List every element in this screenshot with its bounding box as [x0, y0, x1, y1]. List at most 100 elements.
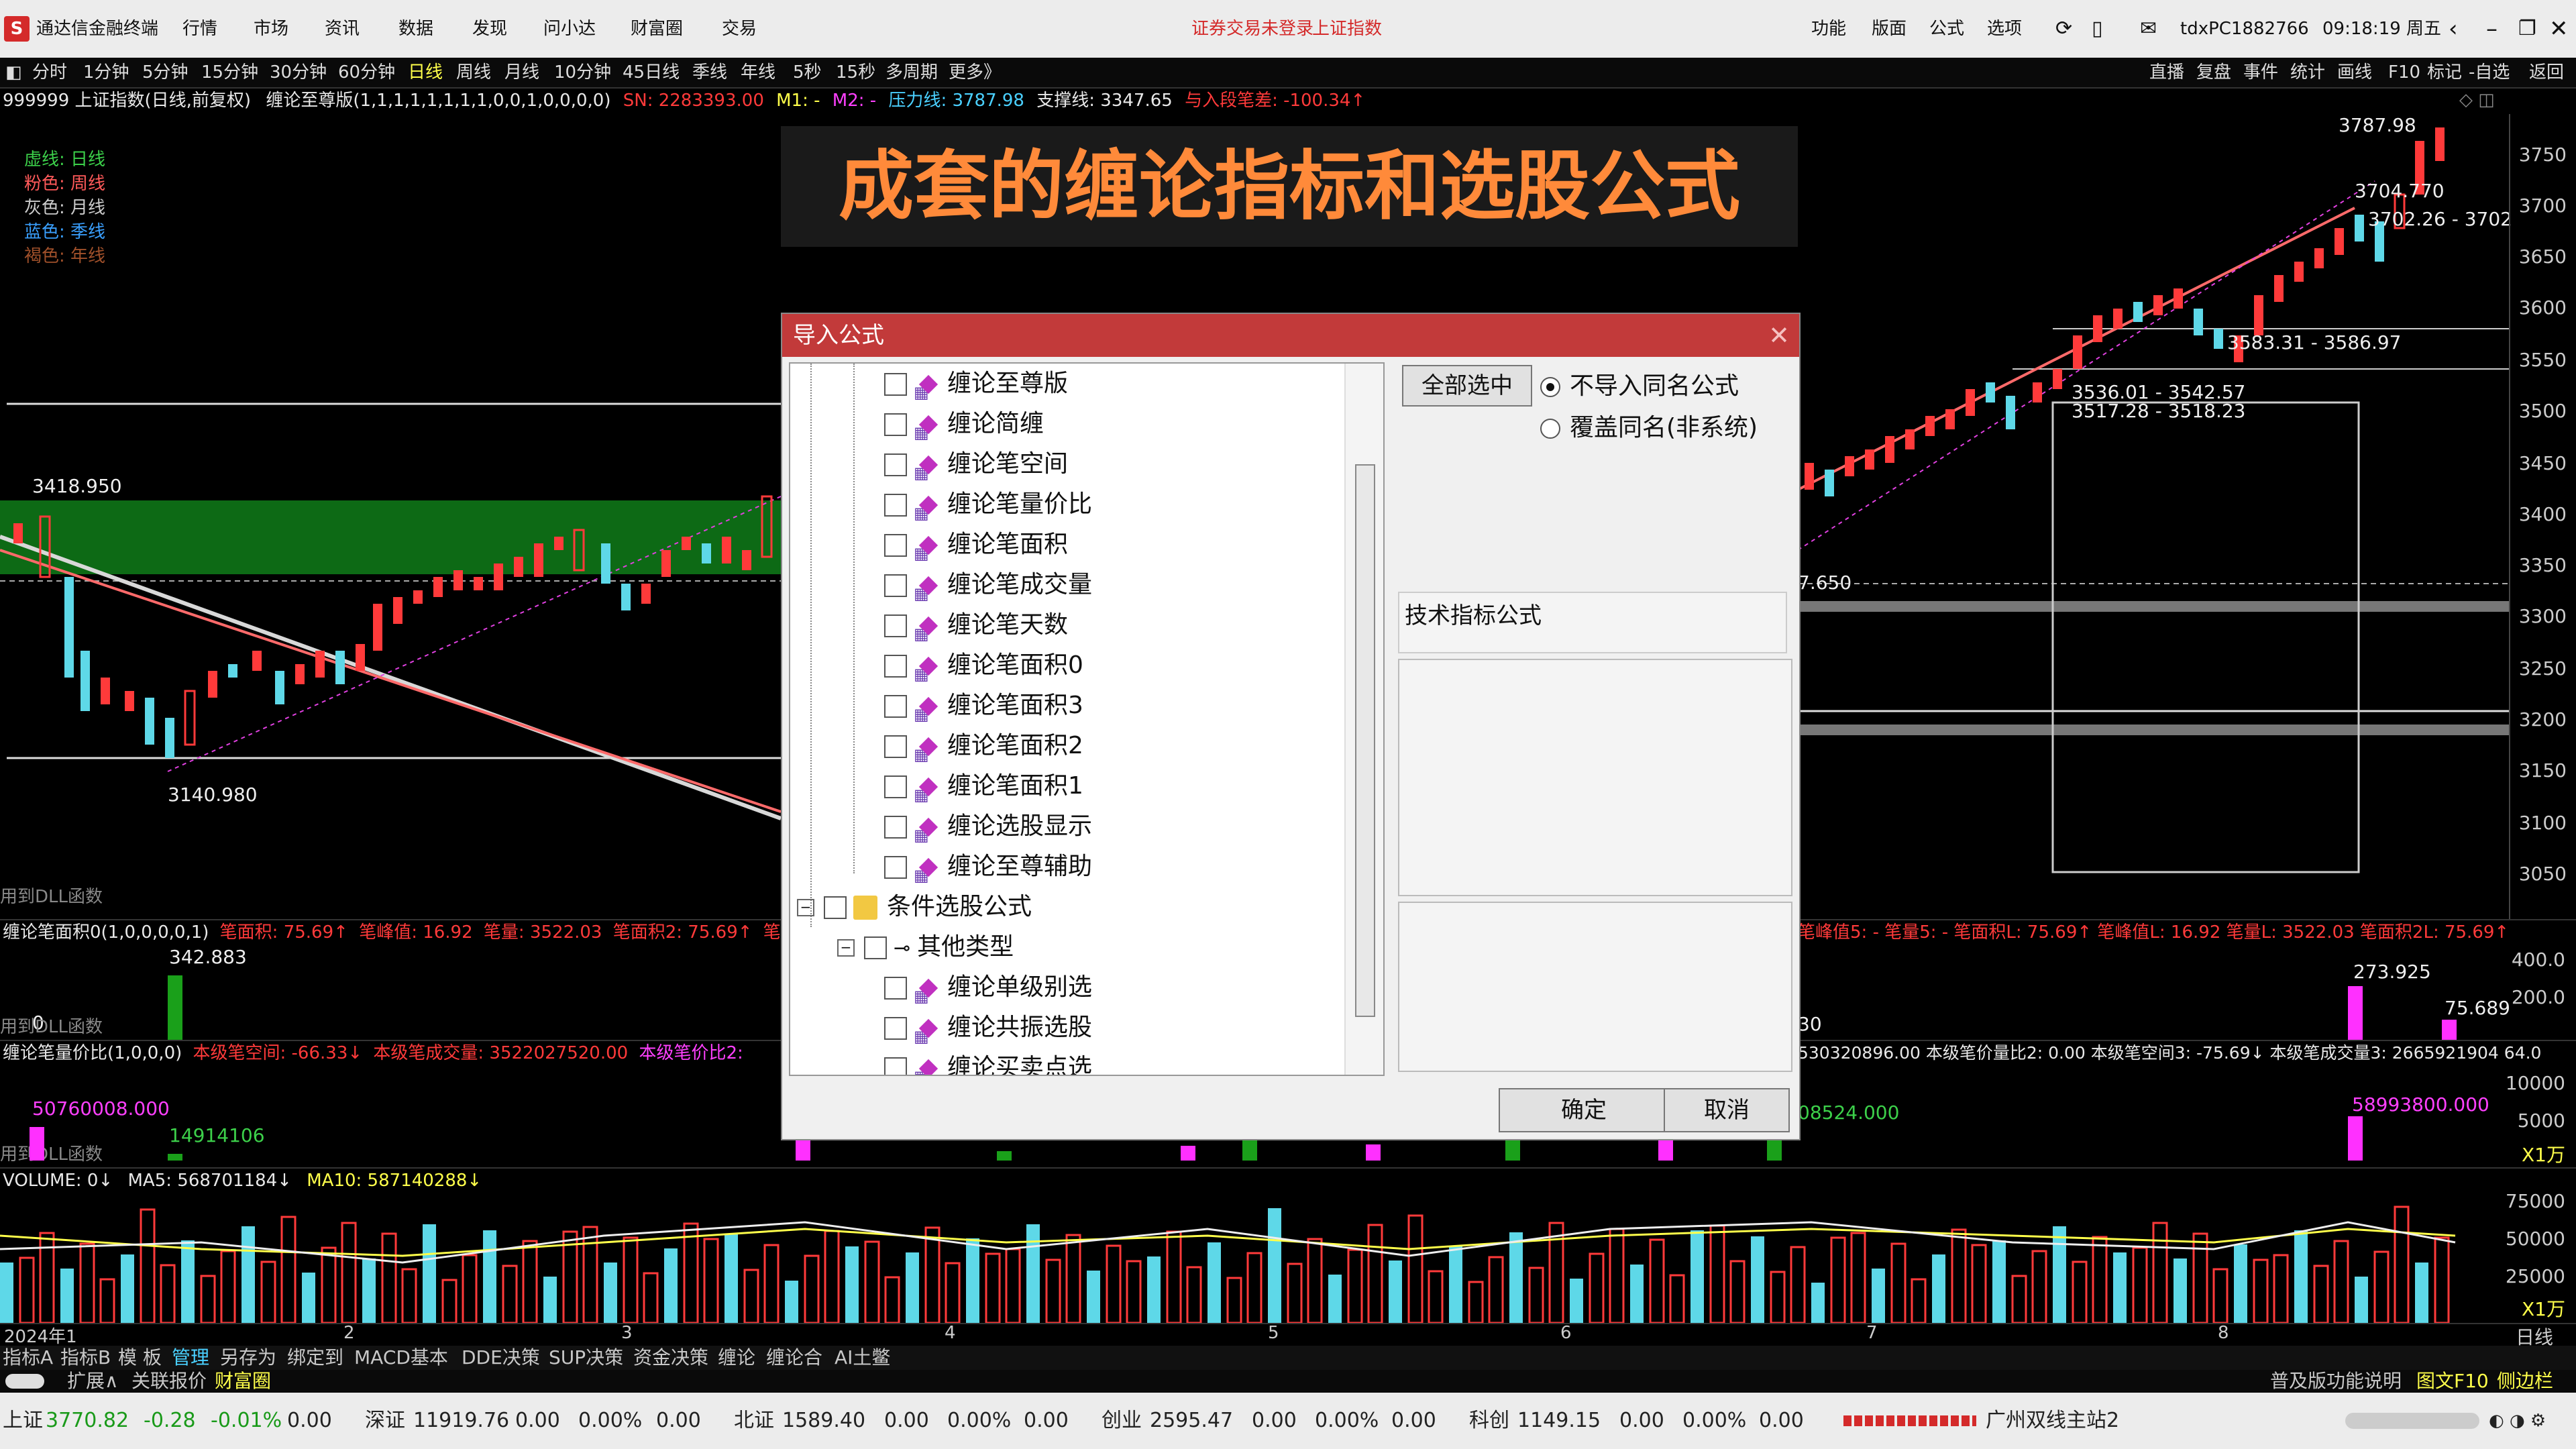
- period-1min[interactable]: 1分钟: [83, 58, 129, 87]
- user-id[interactable]: tdxPC1882766: [2180, 0, 2309, 58]
- indicator-name[interactable]: 缠论至尊版(1,1,1,1,1,1,1,1,0,0,1,0,0,0,0): [266, 91, 610, 111]
- tree-item-formula[interactable]: ▦ 缠论至尊版: [884, 364, 1068, 404]
- tab-sidebar[interactable]: 侧边栏: [2497, 1370, 2553, 1393]
- tree-checkbox[interactable]: [884, 413, 907, 436]
- menu-market-quotes[interactable]: 行情: [182, 0, 217, 58]
- tool-return[interactable]: 返回: [2529, 58, 2564, 87]
- period-multi[interactable]: 多周期: [885, 58, 938, 87]
- toggle-switch-icon[interactable]: [5, 1374, 44, 1389]
- tree-item-formula[interactable]: ▦ 缠论笔空间: [884, 444, 1068, 484]
- tree-folder-condition[interactable]: − 条件选股公式: [797, 887, 1032, 927]
- period-60min[interactable]: 60分钟: [338, 58, 395, 87]
- menu-layout[interactable]: 版面: [1872, 0, 1907, 58]
- period-5min[interactable]: 5分钟: [142, 58, 189, 87]
- tab-fund[interactable]: 资金决策: [633, 1346, 708, 1370]
- dialog-close-icon[interactable]: ✕: [1768, 314, 1790, 357]
- menu-function[interactable]: 功能: [1811, 0, 1846, 58]
- tree-checkbox[interactable]: [884, 574, 907, 597]
- tab-f10[interactable]: 图文F10: [2416, 1370, 2489, 1393]
- tree-checkbox[interactable]: [884, 534, 907, 557]
- tool-live[interactable]: 直播: [2149, 58, 2184, 87]
- cancel-button[interactable]: 取消: [1664, 1088, 1790, 1132]
- tab-template[interactable]: 模 板: [118, 1346, 162, 1370]
- period-5sec[interactable]: 5秒: [793, 58, 822, 87]
- tree-item-formula[interactable]: ▦ 缠论笔面积3: [884, 686, 1083, 726]
- tab-chanlun-combo[interactable]: 缠论合: [766, 1346, 822, 1370]
- tab-macd[interactable]: MACD基本: [354, 1346, 448, 1370]
- period-30min[interactable]: 30分钟: [270, 58, 327, 87]
- message-icon[interactable]: ✉: [2140, 0, 2157, 58]
- menu-options[interactable]: 选项: [1987, 0, 2022, 58]
- minimize-icon[interactable]: –: [2486, 0, 2498, 58]
- tree-checkbox[interactable]: [884, 695, 907, 718]
- tab-indicator-b[interactable]: 指标B: [60, 1346, 111, 1370]
- tree-item-formula[interactable]: ▦ 缠论笔量价比: [884, 484, 1092, 525]
- tab-indicator-a[interactable]: 指标A: [3, 1346, 53, 1370]
- indicator2-name[interactable]: 缠论笔量价比(1,0,0,0): [3, 1043, 182, 1063]
- phone-icon[interactable]: ▯: [2092, 0, 2103, 58]
- select-all-button[interactable]: 全部选中: [1402, 365, 1532, 407]
- tool-events[interactable]: 事件: [2243, 58, 2278, 87]
- tree-checkbox[interactable]: [884, 775, 907, 798]
- tree-checkbox[interactable]: [884, 816, 907, 839]
- tool-replay[interactable]: 复盘: [2196, 58, 2231, 87]
- tree-checkbox[interactable]: [884, 856, 907, 879]
- tab-sup[interactable]: SUP决策: [549, 1346, 623, 1370]
- tree-item-formula[interactable]: ▦ 缠论选股显示: [884, 806, 1092, 847]
- tool-watchlist[interactable]: -自选: [2469, 58, 2510, 87]
- tree-item-screener[interactable]: ▦ 缠论共振选股: [884, 1008, 1092, 1048]
- menu-trade[interactable]: 交易: [722, 0, 757, 58]
- tree-checkbox[interactable]: [884, 494, 907, 517]
- status-sz-label[interactable]: 深证: [365, 1393, 405, 1449]
- collapse-icon[interactable]: −: [797, 899, 814, 916]
- tree-item-formula[interactable]: ▦ 缠论简缠: [884, 404, 1044, 444]
- menu-news[interactable]: 资讯: [325, 0, 360, 58]
- tray-icons[interactable]: ◐ ◑ ⚙: [2489, 1393, 2546, 1449]
- tab-dde[interactable]: DDE决策: [462, 1346, 540, 1370]
- server-name[interactable]: 广州双线主站2: [1986, 1393, 2119, 1449]
- tree-item-formula[interactable]: ▦ 缠论笔面积2: [884, 726, 1083, 766]
- tree-item-formula[interactable]: ▦ 缠论笔面积0: [884, 645, 1083, 686]
- status-bj-label[interactable]: 北证: [734, 1393, 774, 1449]
- scroll-slider[interactable]: [2345, 1413, 2479, 1429]
- tree-item-screener[interactable]: ▦ 缠论买卖点选: [884, 1048, 1092, 1075]
- tree-item-formula[interactable]: ▦ 缠论笔面积: [884, 525, 1068, 565]
- tree-item-formula[interactable]: ▦ 缠论笔天数: [884, 605, 1068, 645]
- tool-mark[interactable]: 标记: [2427, 58, 2462, 87]
- tree-item-screener[interactable]: ▦ 缠论单级别选: [884, 967, 1092, 1008]
- period-weekly[interactable]: 周线: [456, 58, 491, 87]
- menu-formula[interactable]: 公式: [1929, 0, 1964, 58]
- volume-name[interactable]: VOLUME: 0↓: [3, 1171, 113, 1191]
- tab-chanlun[interactable]: 缠论: [718, 1346, 755, 1370]
- tab-related-quotes[interactable]: 关联报价: [131, 1370, 207, 1393]
- tree-checkbox[interactable]: [824, 896, 847, 919]
- ok-button[interactable]: 确定: [1499, 1088, 1669, 1132]
- tree-checkbox[interactable]: [884, 373, 907, 396]
- period-daily[interactable]: 日线: [408, 58, 443, 87]
- period-10min[interactable]: 10分钟: [554, 58, 611, 87]
- tool-f10[interactable]: F10: [2388, 58, 2420, 87]
- chart-settings-icon[interactable]: ◇ ◫: [2459, 90, 2495, 110]
- tree-scrollbar[interactable]: [1344, 364, 1383, 1075]
- tab-extend[interactable]: 扩展∧: [67, 1370, 119, 1393]
- tree-checkbox[interactable]: [884, 1017, 907, 1040]
- period-monthly[interactable]: 月线: [504, 58, 539, 87]
- period-quarterly[interactable]: 季线: [692, 58, 727, 87]
- tab-ai[interactable]: AI土鳖: [835, 1346, 890, 1370]
- tab-manage[interactable]: 管理: [172, 1346, 209, 1370]
- tab-bind-to[interactable]: 绑定到: [287, 1346, 343, 1370]
- tree-item-formula[interactable]: ▦ 缠论至尊辅助: [884, 847, 1092, 887]
- period-15min[interactable]: 15分钟: [201, 58, 258, 87]
- index-link[interactable]: 上证指数: [1312, 0, 1382, 58]
- tree-checkbox[interactable]: [884, 655, 907, 678]
- menu-discover[interactable]: 发现: [472, 0, 507, 58]
- menu-ask[interactable]: 问小达: [543, 0, 596, 58]
- period-45day[interactable]: 45日线: [623, 58, 680, 87]
- login-notice[interactable]: 证券交易未登录: [1191, 0, 1313, 58]
- indicator1-name[interactable]: 缠论笔面积0(1,0,0,0,0,1): [3, 922, 209, 943]
- scroll-thumb[interactable]: [1355, 464, 1375, 1017]
- radio-no-import[interactable]: 不导入同名公式: [1540, 366, 1739, 401]
- radio-overwrite[interactable]: 覆盖同名(非系统): [1540, 408, 1758, 443]
- layout-toggle-icon[interactable]: ◧: [5, 58, 22, 87]
- tab-save-as[interactable]: 另存为: [220, 1346, 276, 1370]
